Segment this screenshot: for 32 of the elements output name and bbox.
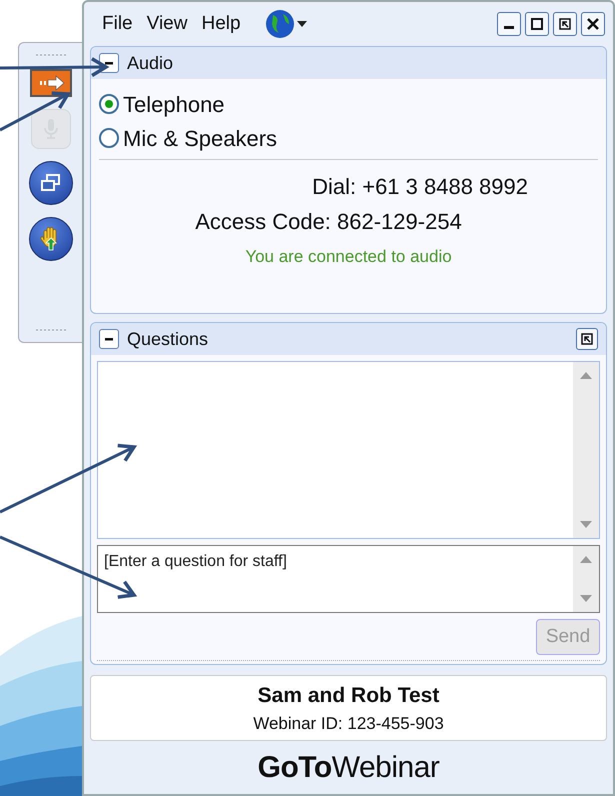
minimize-icon[interactable] — [497, 12, 521, 36]
radio-button[interactable] — [99, 128, 119, 148]
grip-icon[interactable] — [36, 53, 66, 57]
radio-label: Telephone — [123, 90, 225, 119]
globe-icon — [264, 9, 295, 39]
restore-icon[interactable] — [553, 12, 577, 36]
grip-icon[interactable] — [36, 328, 66, 332]
webinar-id: Webinar ID: 123-455-903 — [253, 713, 444, 735]
menu-item[interactable]: Help — [201, 10, 241, 38]
show-panel-button[interactable] — [30, 69, 72, 97]
radio-label: Mic & Speakers — [123, 124, 278, 153]
access-code: Access Code: 862-129-254 — [194, 208, 463, 236]
collapse-icon[interactable] — [99, 329, 119, 349]
caret-icon — [296, 21, 307, 27]
panel-title: Audio — [127, 52, 174, 74]
annotation-arrow — [0, 91, 71, 132]
panel-title: Questions — [127, 328, 208, 350]
dial-number: Dial: +61 3 8488 8992 — [311, 173, 529, 201]
menu-item[interactable]: File — [102, 10, 133, 38]
menu-item[interactable]: View — [146, 10, 188, 38]
audio-status: You are connected to audio — [244, 246, 453, 268]
popout-icon[interactable] — [576, 328, 598, 350]
question-input[interactable]: [Enter a question for staff] — [97, 545, 600, 613]
webinar-title: Sam and Rob Test — [258, 682, 440, 708]
hand-button[interactable] — [28, 217, 72, 261]
maximize-icon[interactable] — [525, 12, 549, 36]
language-menu[interactable] — [264, 9, 307, 39]
radio-button[interactable] — [99, 94, 119, 114]
windows-icon — [40, 174, 60, 192]
close-icon[interactable] — [581, 12, 605, 36]
logo: GoToWebinar — [258, 750, 440, 786]
screen-button[interactable] — [28, 161, 72, 205]
